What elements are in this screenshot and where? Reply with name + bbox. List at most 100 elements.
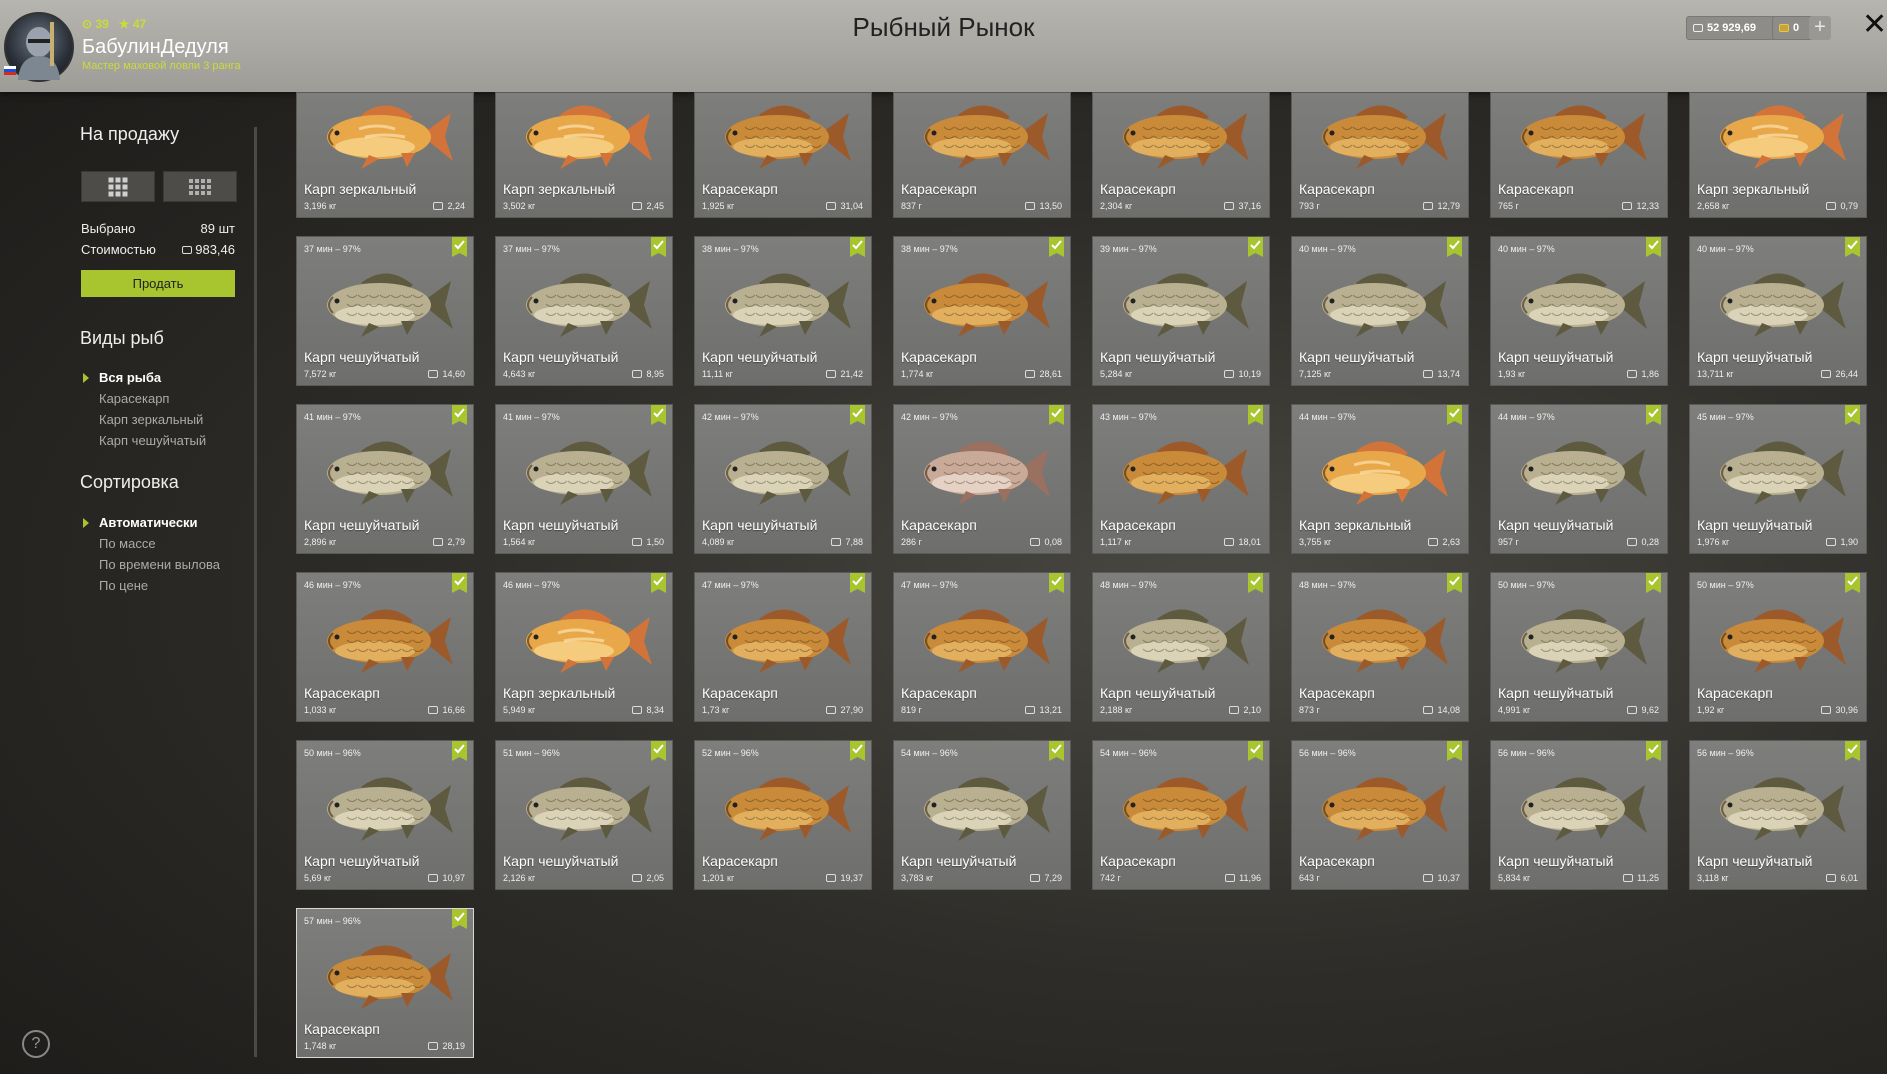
fish-card[interactable]: 47 мин – 97% Карасекарп 819 г 13,21 bbox=[893, 572, 1071, 722]
selected-check-icon[interactable] bbox=[1646, 573, 1661, 593]
selected-check-icon[interactable] bbox=[651, 573, 666, 593]
species-item-scaly-carp[interactable]: Карп чешуйчатый bbox=[99, 433, 206, 448]
cost-row: Стоимостью 983,46 bbox=[81, 242, 235, 257]
species-item-all[interactable]: Вся рыба bbox=[99, 370, 161, 385]
selected-check-icon[interactable] bbox=[1845, 741, 1860, 761]
fish-card[interactable]: 54 мин – 96% Карасекарп 742 г 11,96 bbox=[1092, 740, 1270, 890]
sort-item-mass[interactable]: По массе bbox=[99, 536, 156, 551]
fish-card[interactable]: 56 мин – 96% Карасекарп 643 г 10,37 bbox=[1291, 740, 1469, 890]
fish-card[interactable]: 44 мин – 97% Карп зеркальный 3,755 кг 2,63 bbox=[1291, 404, 1469, 554]
fish-card[interactable]: Карасекарп 793 г 12,79 bbox=[1291, 92, 1469, 218]
fish-card[interactable]: 50 мин – 97% Карасекарп 1,92 кг 30,96 bbox=[1689, 572, 1867, 722]
fish-card[interactable]: 41 мин – 97% Карп чешуйчатый 2,896 кг 2,79 bbox=[296, 404, 474, 554]
help-icon[interactable]: ? bbox=[22, 1030, 50, 1058]
selected-check-icon[interactable] bbox=[452, 573, 467, 593]
selected-check-icon[interactable] bbox=[1845, 237, 1860, 257]
selected-check-icon[interactable] bbox=[452, 405, 467, 425]
fish-card[interactable]: 56 мин – 96% Карп чешуйчатый 3,118 кг 6,01 bbox=[1689, 740, 1867, 890]
fish-card[interactable]: 50 мин – 97% Карп чешуйчатый 4,991 кг 9,62 bbox=[1490, 572, 1668, 722]
selected-check-icon[interactable] bbox=[1646, 741, 1661, 761]
sell-button[interactable]: Продать bbox=[81, 270, 235, 297]
fish-card[interactable]: 38 мин – 97% Карасекарп 1,774 кг 28,61 bbox=[893, 236, 1071, 386]
fish-card[interactable]: 46 мин – 97% Карп зеркальный 5,949 кг 8,34 bbox=[495, 572, 673, 722]
species-item-crucian-carp[interactable]: Карасекарп bbox=[99, 391, 169, 406]
selected-check-icon[interactable] bbox=[1447, 405, 1462, 425]
catch-time: 38 мин – 97% bbox=[702, 244, 759, 254]
fish-image-icon bbox=[1105, 595, 1255, 690]
active-arrow-icon bbox=[83, 518, 89, 528]
sort-item-catch-time[interactable]: По времени вылова bbox=[99, 557, 220, 572]
selected-check-icon[interactable] bbox=[850, 573, 865, 593]
fish-card[interactable]: 50 мин – 96% Карп чешуйчатый 5,69 кг 10,97 bbox=[296, 740, 474, 890]
fish-card[interactable]: Карасекарп 1,925 кг 31,04 bbox=[694, 92, 872, 218]
selected-check-icon[interactable] bbox=[1447, 237, 1462, 257]
selected-check-icon[interactable] bbox=[452, 237, 467, 257]
sort-item-price[interactable]: По цене bbox=[99, 578, 148, 593]
selected-check-icon[interactable] bbox=[1248, 405, 1263, 425]
selected-check-icon[interactable] bbox=[850, 237, 865, 257]
selected-check-icon[interactable] bbox=[1646, 405, 1661, 425]
fish-card[interactable]: Карп зеркальный 3,502 кг 2,45 bbox=[495, 92, 673, 218]
fish-card[interactable]: Карп зеркальный 2,658 кг 0,79 bbox=[1689, 92, 1867, 218]
fish-card[interactable]: 57 мин – 96% Карасекарп 1,748 кг 28,19 bbox=[296, 908, 474, 1058]
fish-card[interactable]: 54 мин – 96% Карп чешуйчатый 3,783 кг 7,29 bbox=[893, 740, 1071, 890]
selected-check-icon[interactable] bbox=[1447, 573, 1462, 593]
fish-card[interactable]: 52 мин – 96% Карасекарп 1,201 кг 19,37 bbox=[694, 740, 872, 890]
fish-card[interactable]: 38 мин – 97% Карп чешуйчатый 11,11 кг 21,4… bbox=[694, 236, 872, 386]
fish-card[interactable]: 41 мин – 97% Карп чешуйчатый 1,564 кг 1,50 bbox=[495, 404, 673, 554]
catch-time: 52 мин – 96% bbox=[702, 748, 759, 758]
selected-check-icon[interactable] bbox=[651, 237, 666, 257]
fish-price: 26,44 bbox=[1821, 369, 1858, 379]
selected-check-icon[interactable] bbox=[1646, 237, 1661, 257]
price-value: 2,63 bbox=[1442, 537, 1460, 547]
plus-icon[interactable]: + bbox=[1809, 16, 1831, 40]
fish-card[interactable]: 46 мин – 97% Карасекарп 1,033 кг 16,66 bbox=[296, 572, 474, 722]
selected-check-icon[interactable] bbox=[850, 405, 865, 425]
fish-card[interactable]: 42 мин – 97% Карп чешуйчатый 4,089 кг 7,88 bbox=[694, 404, 872, 554]
fish-card[interactable]: 37 мин – 97% Карп чешуйчатый 7,572 кг 14,6… bbox=[296, 236, 474, 386]
close-icon[interactable]: ✕ bbox=[1862, 10, 1887, 40]
fish-name: Карп чешуйчатый bbox=[1697, 517, 1813, 533]
fish-card[interactable]: Карасекарп 2,304 кг 37,16 bbox=[1092, 92, 1270, 218]
selected-check-icon[interactable] bbox=[1049, 237, 1064, 257]
fish-card[interactable]: 47 мин – 97% Карасекарп 1,73 кг 27,90 bbox=[694, 572, 872, 722]
selected-check-icon[interactable] bbox=[452, 909, 467, 929]
fish-image-icon bbox=[1304, 93, 1454, 186]
fish-card[interactable]: 56 мин – 96% Карп чешуйчатый 5,834 кг 11,2… bbox=[1490, 740, 1668, 890]
fish-card[interactable]: Карасекарп 765 г 12,33 bbox=[1490, 92, 1668, 218]
fish-card[interactable]: 40 мин – 97% Карп чешуйчатый 7,125 кг 13,7… bbox=[1291, 236, 1469, 386]
fish-card[interactable]: 39 мин – 97% Карп чешуйчатый 5,284 кг 10,1… bbox=[1092, 236, 1270, 386]
selected-check-icon[interactable] bbox=[850, 741, 865, 761]
fish-card[interactable]: 40 мин – 97% Карп чешуйчатый 1,93 кг 1,86 bbox=[1490, 236, 1668, 386]
fish-card[interactable]: Карп зеркальный 3,196 кг 2,24 bbox=[296, 92, 474, 218]
selected-check-icon[interactable] bbox=[651, 405, 666, 425]
fish-card[interactable]: 48 мин – 97% Карасекарп 873 г 14,08 bbox=[1291, 572, 1469, 722]
fish-card[interactable]: 37 мин – 97% Карп чешуйчатый 4,643 кг 8,95 bbox=[495, 236, 673, 386]
selected-check-icon[interactable] bbox=[452, 741, 467, 761]
silver-coin-icon bbox=[1821, 370, 1832, 378]
selected-check-icon[interactable] bbox=[1447, 741, 1462, 761]
fish-card[interactable]: Карасекарп 837 г 13,50 bbox=[893, 92, 1071, 218]
selected-check-icon[interactable] bbox=[651, 741, 666, 761]
fish-weight: 1,201 кг bbox=[702, 873, 735, 883]
fish-card[interactable]: 40 мин – 97% Карп чешуйчатый 13,711 кг 26,… bbox=[1689, 236, 1867, 386]
fish-card[interactable]: 45 мин – 97% Карп чешуйчатый 1,976 кг 1,90 bbox=[1689, 404, 1867, 554]
selected-check-icon[interactable] bbox=[1845, 405, 1860, 425]
selected-check-icon[interactable] bbox=[1248, 237, 1263, 257]
selected-check-icon[interactable] bbox=[1845, 573, 1860, 593]
species-item-mirror-carp[interactable]: Карп зеркальный bbox=[99, 412, 203, 427]
view-large-grid-button[interactable] bbox=[81, 171, 155, 202]
selected-check-icon[interactable] bbox=[1049, 573, 1064, 593]
fish-card[interactable]: 43 мин – 97% Карасекарп 1,117 кг 18,01 bbox=[1092, 404, 1270, 554]
sort-item-auto[interactable]: Автоматически bbox=[99, 515, 198, 530]
view-small-grid-button[interactable] bbox=[163, 171, 237, 202]
fish-price: 16,66 bbox=[428, 705, 465, 715]
fish-card[interactable]: 42 мин – 97% Карасекарп 286 г 0,08 bbox=[893, 404, 1071, 554]
selected-check-icon[interactable] bbox=[1248, 741, 1263, 761]
selected-check-icon[interactable] bbox=[1248, 573, 1263, 593]
fish-card[interactable]: 44 мин – 97% Карп чешуйчатый 957 г 0,28 bbox=[1490, 404, 1668, 554]
selected-check-icon[interactable] bbox=[1049, 405, 1064, 425]
fish-card[interactable]: 48 мин – 97% Карп чешуйчатый 2,188 кг 2,10 bbox=[1092, 572, 1270, 722]
fish-card[interactable]: 51 мин – 96% Карп чешуйчатый 2,126 кг 2,05 bbox=[495, 740, 673, 890]
selected-check-icon[interactable] bbox=[1049, 741, 1064, 761]
